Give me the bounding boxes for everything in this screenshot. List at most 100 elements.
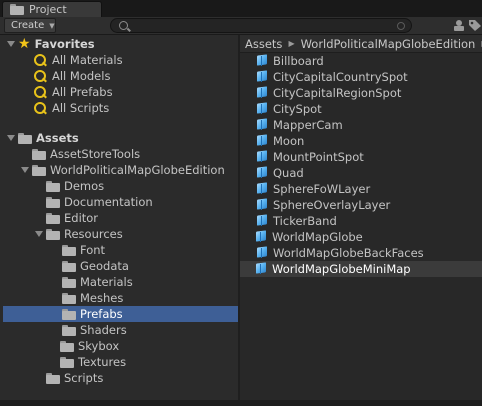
prefab-icon: [256, 183, 268, 195]
search-icon: [119, 21, 128, 30]
asset-item-mountpointspot[interactable]: MountPointSpot: [256, 149, 364, 165]
search-input[interactable]: [110, 18, 412, 33]
tree-item-documentation[interactable]: Documentation: [46, 194, 153, 210]
asset-item-worldmapglobeminimap[interactable]: WorldMapGlobeMiniMap: [243, 261, 411, 277]
project-tab-label: Project: [29, 3, 67, 16]
asset-item-label: CitySpot: [273, 102, 322, 116]
asset-item-citycapitalregionspot[interactable]: CityCapitalRegionSpot: [256, 85, 401, 101]
folder-tree-panel: ★ Favorites All Materials All Models All…: [0, 35, 298, 406]
saved-search-icon: [34, 102, 46, 114]
favorite-item-label: All Prefabs: [52, 85, 113, 99]
prefab-icon: [255, 263, 267, 275]
asset-item-label: TickerBand: [273, 214, 337, 228]
asset-item-billboard[interactable]: Billboard: [256, 53, 324, 69]
asset-item-label: CityCapitalCountrySpot: [273, 70, 408, 84]
tree-item-font[interactable]: Font: [62, 242, 105, 258]
breadcrumb-separator-icon: ▶: [288, 39, 295, 48]
folder-icon: [62, 244, 76, 256]
tree-item-label: Geodata: [80, 259, 129, 273]
asset-item-mappercam[interactable]: MapperCam: [256, 117, 343, 133]
clear-search-icon[interactable]: [397, 22, 405, 30]
prefab-icon: [256, 103, 268, 115]
asset-item-cityspot[interactable]: CitySpot: [256, 101, 322, 117]
tree-item-editor[interactable]: Editor: [34, 210, 284, 261]
tree-item-skybox[interactable]: Skybox: [48, 338, 298, 389]
tree-item-label: Materials: [80, 275, 133, 289]
prefab-icon: [256, 151, 268, 163]
folder-icon: [46, 212, 60, 224]
asset-item-tickerband[interactable]: TickerBand: [256, 213, 337, 229]
tree-item-assetstoretools[interactable]: AssetStoreTools: [20, 146, 270, 197]
favorite-item-all-scripts[interactable]: All Scripts: [34, 100, 109, 116]
asset-item-worldmapglobe[interactable]: WorldMapGlobe: [243, 229, 363, 245]
tree-item-label: Font: [80, 243, 106, 257]
tree-item-worldpoliticalmapglobeedition[interactable]: WorldPoliticalMapGlobeEdition: [20, 162, 225, 178]
asset-item-quad[interactable]: Quad: [256, 165, 304, 181]
asset-item-spherefowlayer[interactable]: SphereFoWLayer: [256, 181, 370, 197]
prefab-icon: [256, 215, 268, 227]
saved-search-icon: [34, 54, 46, 66]
prefab-icon: [256, 135, 268, 147]
tree-item-label: Skybox: [78, 339, 120, 353]
expand-arrow-icon[interactable]: [6, 130, 16, 146]
tree-item-label: Assets: [36, 131, 79, 145]
folder-icon: [46, 228, 60, 240]
label-tag-icon[interactable]: [468, 19, 482, 32]
favorites-label: Favorites: [34, 37, 95, 51]
tree-item-demos[interactable]: Demos: [34, 178, 284, 229]
create-button[interactable]: Create ▼: [4, 18, 56, 33]
favorites-header[interactable]: ★ Favorites: [6, 36, 95, 52]
tree-item-assets[interactable]: Assets: [6, 130, 79, 146]
folder-icon: [60, 340, 74, 352]
tree-item-label: Resources: [64, 227, 123, 241]
favorite-item-label: All Models: [52, 69, 111, 83]
tree-item-label: Scripts: [64, 371, 104, 385]
favorite-item-all-prefabs[interactable]: All Prefabs: [34, 84, 113, 100]
prefab-icon: [256, 167, 268, 179]
tree-item-meshes[interactable]: Meshes: [62, 290, 123, 306]
asset-item-label: SphereOverlayLayer: [273, 198, 391, 212]
tree-item-materials[interactable]: Materials: [62, 274, 133, 290]
asset-item-label: Billboard: [273, 54, 324, 68]
asset-item-label: MountPointSpot: [273, 150, 364, 164]
tree-item-shaders[interactable]: Shaders: [62, 322, 127, 338]
tree-item-label: Shaders: [80, 323, 127, 337]
breadcrumb-item-edition[interactable]: WorldPoliticalMapGlobeEdition: [301, 37, 476, 51]
prefab-icon: [255, 231, 267, 243]
favorites-star-icon: ★: [18, 36, 31, 52]
search-by-type-icon[interactable]: [452, 19, 466, 32]
prefab-icon: [256, 247, 268, 259]
tree-item-label: WorldPoliticalMapGlobeEdition: [50, 163, 225, 177]
tree-item-label: Prefabs: [80, 307, 123, 321]
asset-item-citycapitalcountryspot[interactable]: CityCapitalCountrySpot: [256, 69, 408, 85]
breadcrumb: Assets ▶ WorldPoliticalMapGlobeEdition ▶…: [240, 35, 482, 53]
folder-icon: [46, 196, 60, 208]
tree-item-geodata[interactable]: Geodata: [62, 258, 129, 274]
asset-item-label: MapperCam: [273, 118, 343, 132]
expand-arrow-icon[interactable]: [20, 162, 30, 178]
folder-icon: [62, 292, 76, 304]
tree-item-textures[interactable]: Textures: [48, 354, 298, 405]
breadcrumb-item-assets[interactable]: Assets: [245, 37, 282, 51]
tree-item-scripts[interactable]: Scripts: [34, 370, 284, 406]
saved-search-icon: [34, 86, 46, 98]
folder-icon: [62, 260, 76, 272]
favorite-item-all-materials[interactable]: All Materials: [34, 52, 123, 68]
tree-item-resources[interactable]: Resources: [34, 226, 123, 242]
prefab-icon: [256, 119, 268, 131]
expand-arrow-icon[interactable]: [34, 226, 44, 242]
asset-item-sphereoverlaylayer[interactable]: SphereOverlayLayer: [256, 197, 390, 213]
tree-item-prefabs[interactable]: Prefabs: [62, 306, 123, 322]
tab-strip: Project: [0, 0, 482, 17]
project-toolbar: Create ▼: [0, 17, 482, 35]
favorite-item-all-models[interactable]: All Models: [34, 68, 110, 84]
folder-icon: [62, 308, 76, 320]
dropdown-caret-icon: ▼: [49, 21, 55, 30]
asset-item-label: WorldMapGlobe: [272, 230, 363, 244]
expand-arrow-icon[interactable]: [6, 36, 16, 52]
asset-item-moon[interactable]: Moon: [256, 133, 304, 149]
project-tab[interactable]: Project: [2, 1, 102, 17]
folder-icon: [10, 4, 24, 15]
prefab-icon: [256, 71, 268, 83]
asset-item-worldmapglobebackfaces[interactable]: WorldMapGlobeBackFaces: [256, 245, 424, 261]
